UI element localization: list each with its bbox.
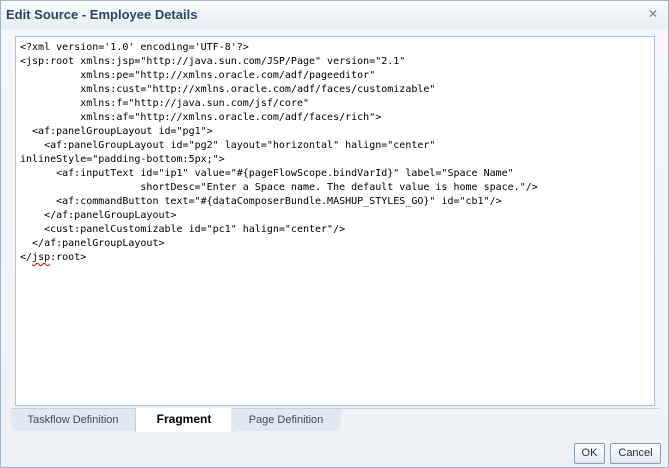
code-line: </af:panelGroupLayout> [20,210,177,221]
code-line: inlineStyle="padding-bottom:5px;"> [20,154,225,165]
code-fragment: </ [20,252,33,263]
close-icon[interactable]: ✕ [647,8,659,20]
code-line: <af:panelGroupLayout id="pg2" layout="ho… [20,140,436,151]
tab-taskflow-definition[interactable]: Taskflow Definition [11,409,135,431]
dialog-titlebar: Edit Source - Employee Details ✕ [1,1,668,29]
code-line: <af:commandButton text="#{dataComposerBu… [20,196,502,207]
ok-button[interactable]: OK [574,443,605,464]
code-fragment: :root> [50,252,87,263]
code-line: <af:panelGroupLayout id="pg1"> [20,126,213,137]
source-editor[interactable]: <?xml version='1.0' encoding='UTF-8'?> <… [15,36,655,406]
code-line: <?xml version='1.0' encoding='UTF-8'?> [20,42,249,53]
source-tabs: Taskflow Definition Fragment Page Defini… [11,408,659,433]
source-code[interactable]: <?xml version='1.0' encoding='UTF-8'?> <… [16,37,654,265]
dialog-title: Edit Source - Employee Details [6,7,198,22]
code-line: <af:inputText id="ip1" value="#{pageFlow… [20,168,514,179]
tab-page-definition[interactable]: Page Definition [231,409,341,431]
tab-fragment[interactable]: Fragment [135,408,233,432]
code-line: </af:panelGroupLayout> [20,238,165,249]
code-line: <cust:panelCustomizable id="pc1" halign=… [20,224,346,235]
code-line: shortDesc="Enter a Space name. The defau… [20,182,538,193]
code-line: xmlns:pe="http://xmlns.oracle.com/adf/pa… [20,70,376,81]
edit-source-dialog: Edit Source - Employee Details ✕ <?xml v… [0,0,669,468]
cancel-button[interactable]: Cancel [610,443,661,464]
code-line: <jsp:root xmlns:jsp="http://java.sun.com… [20,56,406,67]
spellcheck-error: jsp [32,252,51,263]
code-line: xmlns:cust="http://xmlns.oracle.com/adf/… [20,84,436,95]
code-line: xmlns:af="http://xmlns.oracle.com/adf/fa… [20,112,382,123]
code-line-last: </jsp:root> [20,252,86,263]
code-line: xmlns:f="http://java.sun.com/jsf/core" [20,98,309,109]
